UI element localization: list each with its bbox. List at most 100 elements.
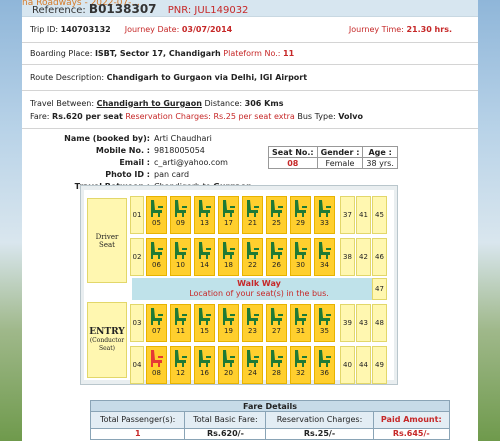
seat-chair-icon — [199, 242, 211, 259]
seat-chair-icon — [295, 200, 307, 217]
seat-34[interactable]: 34 — [314, 238, 335, 276]
seat-chair-icon — [271, 242, 283, 259]
seat-36[interactable]: 36 — [314, 346, 335, 384]
seat-09[interactable]: 09 — [170, 196, 191, 234]
trip-id-label: Trip ID: — [30, 25, 59, 34]
seat-44[interactable]: 44 — [356, 346, 371, 384]
seat-33[interactable]: 33 — [314, 196, 335, 234]
seat-chair-icon — [295, 308, 307, 325]
walkway: Walk Way Location of your seat(s) in the… — [132, 278, 386, 300]
entry-block: ENTRY (Conductor Seat) — [87, 302, 127, 378]
photo-id-value: pan card — [154, 170, 190, 179]
seat-35[interactable]: 35 — [314, 304, 335, 342]
email-value: c_arti@yahoo.com — [154, 158, 228, 167]
bus-type-value: Volvo — [338, 111, 363, 121]
seat-15[interactable]: 15 — [194, 304, 215, 342]
seat-number: 22 — [248, 261, 257, 269]
seat-number: 10 — [176, 261, 185, 269]
seat-48[interactable]: 48 — [372, 304, 387, 342]
passenger-photo-row: Photo ID : pan card — [22, 169, 478, 181]
seat-46[interactable]: 46 — [372, 238, 387, 276]
row-label: 03 — [130, 304, 144, 342]
journey-time-value: 21.30 hrs. — [406, 25, 452, 34]
seat-number: 16 — [200, 369, 209, 377]
seat-number: 24 — [248, 369, 257, 377]
travel-line-2: Fare: Rs.620 per seat Reservation Charge… — [30, 110, 363, 123]
seat-29[interactable]: 29 — [290, 196, 311, 234]
bus-layout-frame: Driver Seat ENTRY (Conductor Seat) Walk … — [80, 185, 398, 385]
seat-23[interactable]: 23 — [242, 304, 263, 342]
seat-chair-icon — [247, 242, 259, 259]
seat-chair-icon — [247, 350, 259, 367]
travel-between-label: Travel Between: — [30, 98, 95, 108]
seat-number: 32 — [296, 369, 305, 377]
journey-time-label: Journey Time: — [348, 25, 404, 34]
seat-22[interactable]: 22 — [242, 238, 263, 276]
paid-amount-value: Rs.645/- — [372, 427, 451, 441]
seat-38[interactable]: 38 — [340, 238, 355, 276]
seat-21[interactable]: 21 — [242, 196, 263, 234]
seat-30[interactable]: 30 — [290, 238, 311, 276]
seat-14[interactable]: 14 — [194, 238, 215, 276]
seat-31[interactable]: 31 — [290, 304, 311, 342]
seat-13[interactable]: 13 — [194, 196, 215, 234]
seat-40[interactable]: 40 — [340, 346, 355, 384]
seat-27[interactable]: 27 — [266, 304, 287, 342]
seat-12[interactable]: 12 — [170, 346, 191, 384]
age-header: Age : — [362, 146, 398, 158]
reference-strip: aryana Roadways - 2022-07-... Reference:… — [22, 0, 478, 17]
row-label: 01 — [130, 196, 144, 234]
total-passengers-value: 1 — [89, 427, 186, 441]
gender-value: Female — [316, 157, 364, 169]
seat-number: 19 — [224, 327, 233, 335]
seat-number: 07 — [152, 327, 161, 335]
seat-19[interactable]: 19 — [218, 304, 239, 342]
seat-16[interactable]: 16 — [194, 346, 215, 384]
reservation-charges-value: Rs.25/- — [265, 427, 374, 441]
seat-number: 08 — [152, 369, 161, 377]
boarding-label: Boarding Place: — [30, 49, 93, 58]
seat-10[interactable]: 10 — [170, 238, 191, 276]
seat-47[interactable]: 47 — [372, 278, 387, 300]
seat-07[interactable]: 07 — [146, 304, 167, 342]
seat-41[interactable]: 41 — [356, 196, 371, 234]
email-label: Email : — [119, 158, 150, 167]
seat-32[interactable]: 32 — [290, 346, 311, 384]
seat-49[interactable]: 49 — [372, 346, 387, 384]
seat-45[interactable]: 45 — [372, 196, 387, 234]
total-basic-fare-value: Rs.620/- — [184, 427, 267, 441]
passenger-email-row: Email : c_arti@yahoo.com — [22, 157, 478, 169]
seat-42[interactable]: 42 — [356, 238, 371, 276]
seat-06[interactable]: 06 — [146, 238, 167, 276]
fare-details-title: Fare Details — [90, 399, 450, 413]
seat-24[interactable]: 24 — [242, 346, 263, 384]
seat-number: 29 — [296, 219, 305, 227]
seat-39[interactable]: 39 — [340, 304, 355, 342]
trip-id-value: 140703132 — [60, 25, 111, 34]
seat-43[interactable]: 43 — [356, 304, 371, 342]
seat-25[interactable]: 25 — [266, 196, 287, 234]
seat-28[interactable]: 28 — [266, 346, 287, 384]
route-value: Chandigarh to Gurgaon via Delhi, IGI Air… — [106, 73, 308, 82]
seat-11[interactable]: 11 — [170, 304, 191, 342]
seat-37[interactable]: 37 — [340, 196, 355, 234]
seat-chair-icon — [199, 350, 211, 367]
seat-17[interactable]: 17 — [218, 196, 239, 234]
ticket-page: aryana Roadways - 2022-07-... Reference:… — [22, 0, 478, 441]
name-label: Name (booked by): — [64, 134, 150, 143]
name-value: Arti Chaudhari — [154, 134, 212, 143]
seat-08[interactable]: 08 — [146, 346, 167, 384]
walkway-title: Walk Way — [237, 279, 281, 288]
seat-chair-icon — [175, 242, 187, 259]
seat-05[interactable]: 05 — [146, 196, 167, 234]
seat-chair-icon — [247, 200, 259, 217]
total-passengers-header: Total Passenger(s): — [89, 411, 186, 429]
seat-chair-icon — [223, 308, 235, 325]
seat-number: 17 — [224, 219, 233, 227]
seat-chair-icon — [271, 308, 283, 325]
seat-26[interactable]: 26 — [266, 238, 287, 276]
seat-number: 33 — [320, 219, 329, 227]
seat-20[interactable]: 20 — [218, 346, 239, 384]
seat-18[interactable]: 18 — [218, 238, 239, 276]
seat-number: 21 — [248, 219, 257, 227]
